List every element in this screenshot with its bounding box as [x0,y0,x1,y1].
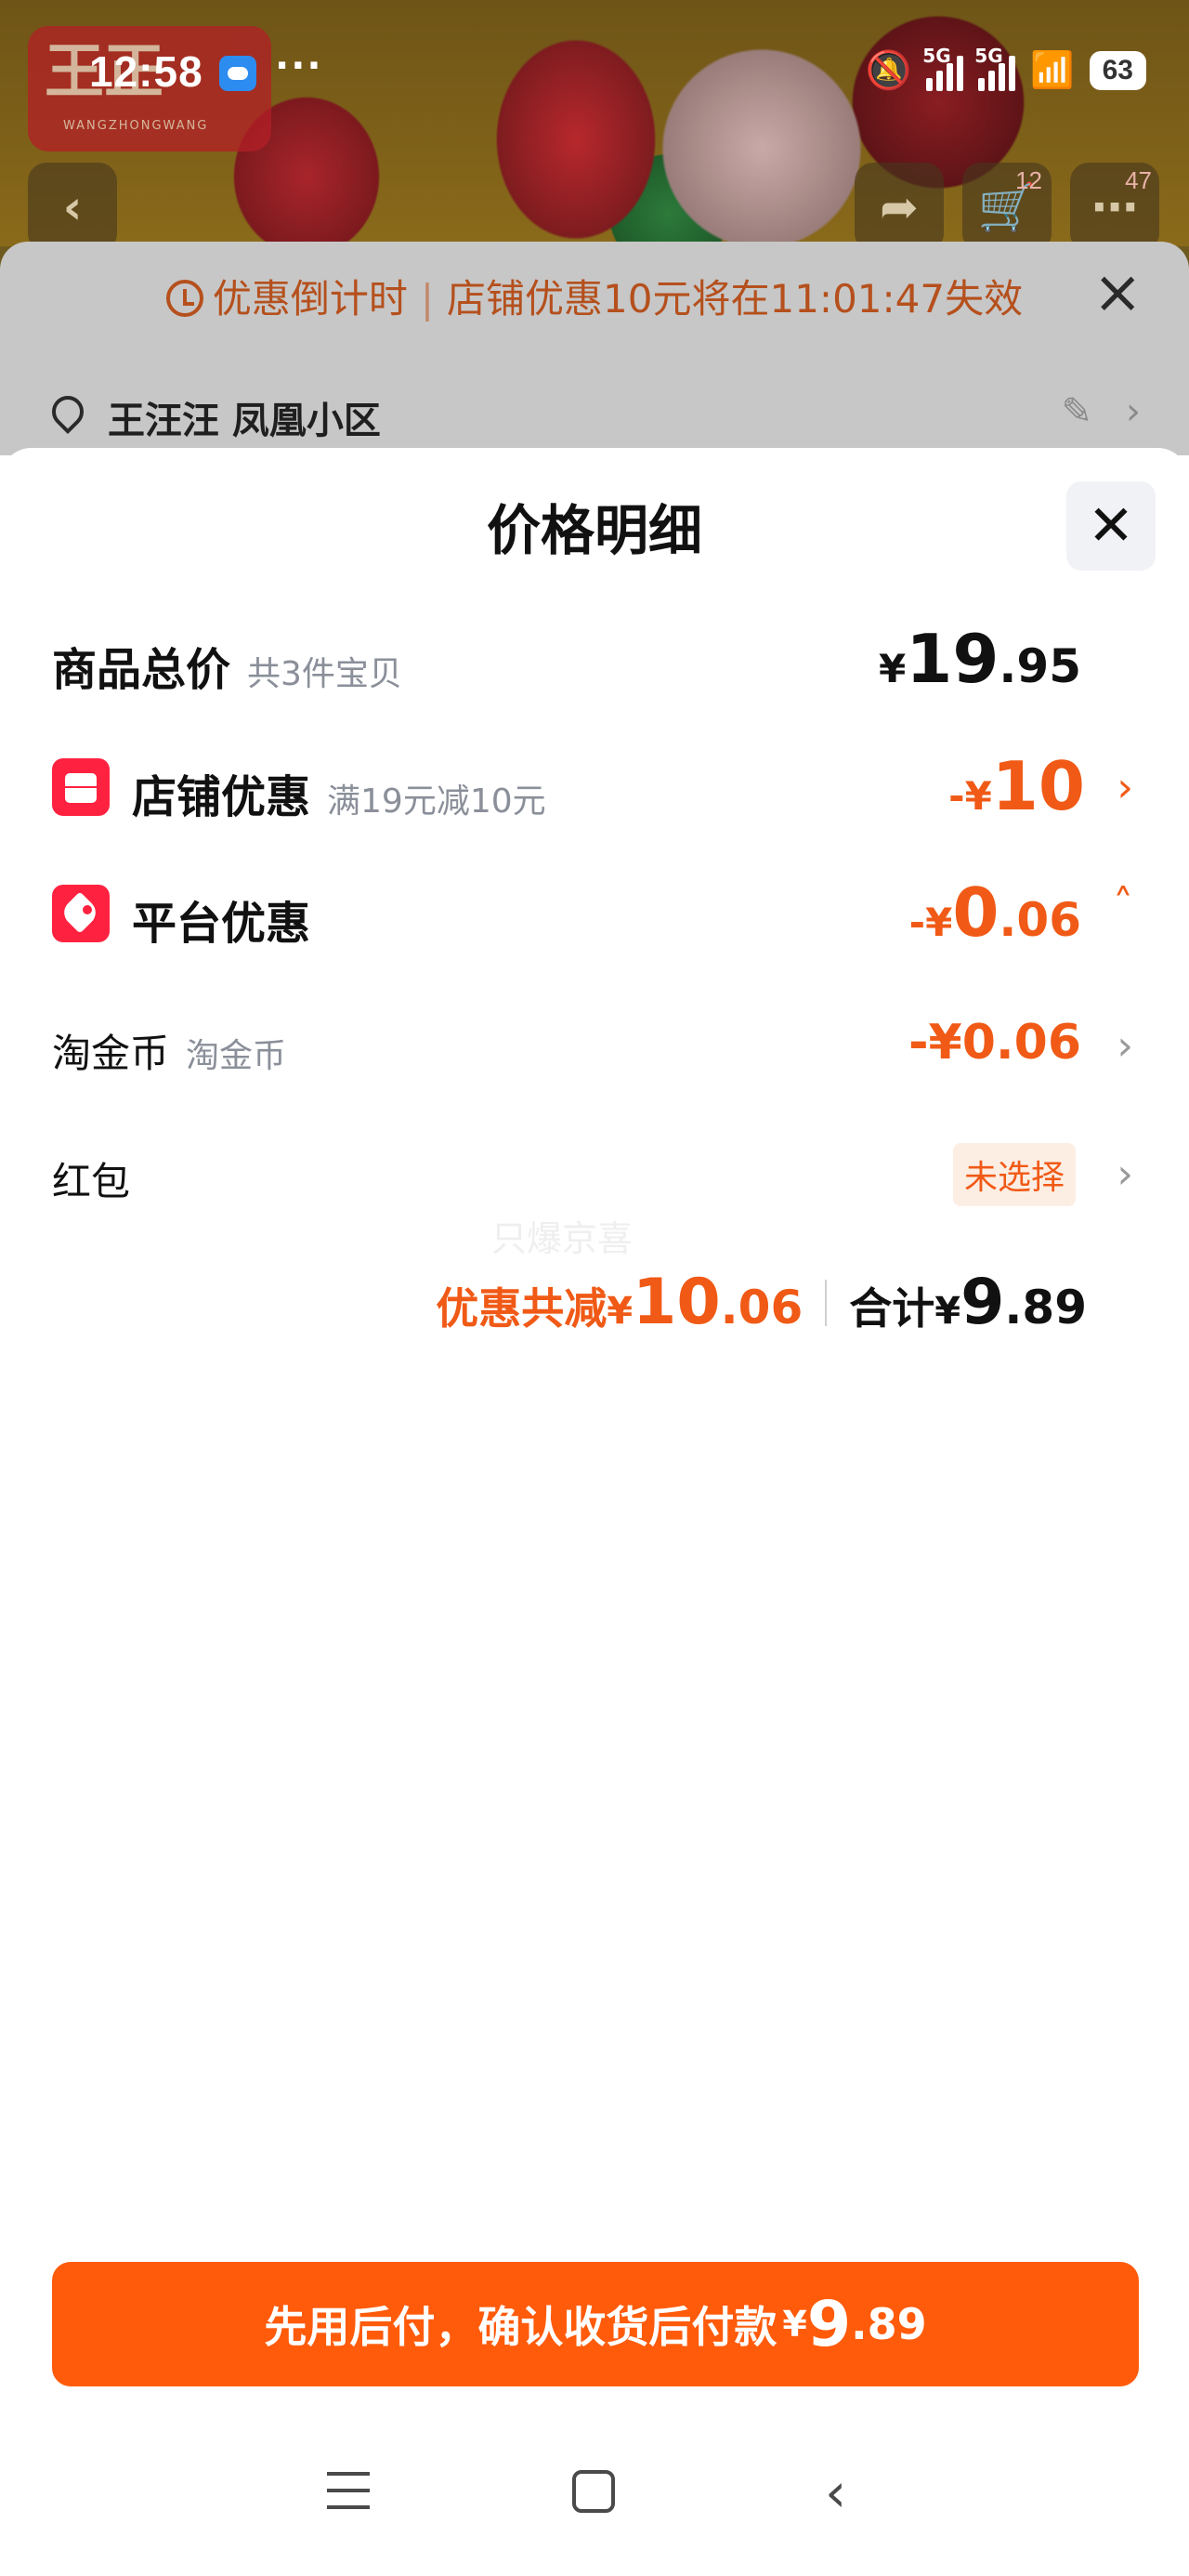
tag-icon [52,885,110,942]
background-page: 王正 WANGZHONGWANG 12:58 ··· 🔕 5G 5G 📶 63 ‹… [0,0,1189,455]
wifi-icon: 📶 [1030,49,1075,90]
cart-icon[interactable]: 🛒 12 [962,163,1052,252]
close-sheet-button[interactable]: ✕ [1066,481,1156,571]
weather-icon [219,56,256,91]
address-text: 王汪汪 凤凰小区 [108,400,381,442]
status-bar: 12:58 ··· 🔕 5G 5G 📶 63 [0,0,1189,149]
price-detail-sheet: 价格明细 ✕ 商品总价 共3件宝贝 ¥19.95 店铺优惠 满19元减10元 -¥1… [0,448,1189,2576]
row-label: 平台优惠 [132,898,311,950]
row-label: 淘金币 [52,1031,170,1076]
share-icon[interactable]: ➦ [855,163,944,252]
promo-message: 店铺优惠10元将在11:01:47失效 [447,276,1024,322]
pay-button-amount: 9 [806,2287,852,2361]
goods-price-value: ¥19.95 [878,620,1081,698]
mute-icon: 🔕 [865,49,912,92]
row-taojinbi[interactable]: 淘金币 淘金币 -¥0.06 › [52,1005,1137,1080]
address-tools: ✎ › [1061,390,1141,433]
back-icon[interactable]: ‹ [825,2461,846,2524]
discount-total-label: 优惠共减 [436,1283,608,1334]
menu-icon[interactable] [327,2472,370,2509]
status-time: 12:58 [89,47,203,96]
chevron-up-icon[interactable]: ˄ [1113,881,1133,928]
back-arrow-icon[interactable]: ‹ [28,163,117,252]
signal-icon-2: 5G [974,45,1016,91]
not-selected-chip[interactable]: 未选择 [952,1143,1076,1206]
cart-badge: 12 [1015,166,1042,194]
chevron-right-icon[interactable]: › [1117,1150,1133,1198]
clock-icon [165,280,203,317]
summary-divider [825,1279,828,1326]
row-label: 商品总价 [52,644,231,696]
chevron-right-icon[interactable]: › [1117,1022,1133,1070]
message-icon[interactable]: ⋯ 47 [1070,163,1159,252]
row-sub: 共3件宝贝 [247,655,402,693]
chevron-right-icon[interactable]: › [1126,390,1141,433]
row-platform-discount[interactable]: 平台优惠 -¥0.06 ˄ [52,874,1137,952]
promo-countdown-bar: 优惠倒计时 | 店铺优惠10元将在11:01:47失效 [0,268,1189,323]
promo-countdown-label: 优惠倒计时 [212,276,408,322]
row-sub: 满19元减10元 [327,782,546,821]
shop-discount-value: -¥10 [948,747,1085,825]
chevron-right-icon[interactable]: › [1117,764,1133,811]
shop-icon [52,758,110,816]
edit-icon[interactable]: ✎ [1061,390,1092,433]
message-badge: 47 [1125,166,1152,194]
signal-icon: 5G [922,45,964,91]
system-nav-bar: ‹ [0,2416,1189,2576]
pay-button-label: 先用后付，确认收货后付款 [264,2302,777,2352]
close-icon[interactable]: × [1092,263,1143,322]
battery-indicator: 63 [1089,50,1146,90]
row-red-packet[interactable]: 红包 未选择 › [52,1134,1137,1208]
platform-discount-value: -¥0.06 [908,874,1081,952]
grand-total-label: 合计 [849,1283,935,1334]
grand-total-value: ¥9.89 [934,1266,1087,1339]
sheet-title: 价格明细 [486,499,702,562]
close-icon: ✕ [1087,493,1135,559]
row-shop-discount[interactable]: 店铺优惠 满19元减10元 -¥10 › [52,747,1137,825]
discount-total-value: ¥10.06 [607,1266,804,1339]
promo-separator: | [420,276,435,322]
price-summary: 优惠共减 ¥10.06 合计 ¥9.89 [436,1266,1087,1339]
pay-later-button[interactable]: 先用后付，确认收货后付款 ¥ 9 .89 [52,2262,1139,2386]
row-label: 店铺优惠 [132,771,311,823]
watermark-text: 只爆京喜 [490,1218,633,1259]
row-total-goods-price: 商品总价 共3件宝贝 ¥19.95 [52,620,1137,698]
taojinbi-value: -¥0.06 [908,1015,1081,1071]
row-sub: 淘金币 [186,1037,287,1075]
address-row[interactable]: 王汪汪 凤凰小区 [48,390,381,444]
location-pin-icon [48,396,85,439]
status-icons: 🔕 5G 5G 📶 63 [865,45,1146,92]
row-label: 红包 [52,1159,131,1204]
product-top-nav: ‹ ➦ 🛒 12 ⋯ 47 [0,163,1189,252]
more-notifications: ··· [275,45,323,87]
home-icon[interactable] [572,2470,615,2513]
